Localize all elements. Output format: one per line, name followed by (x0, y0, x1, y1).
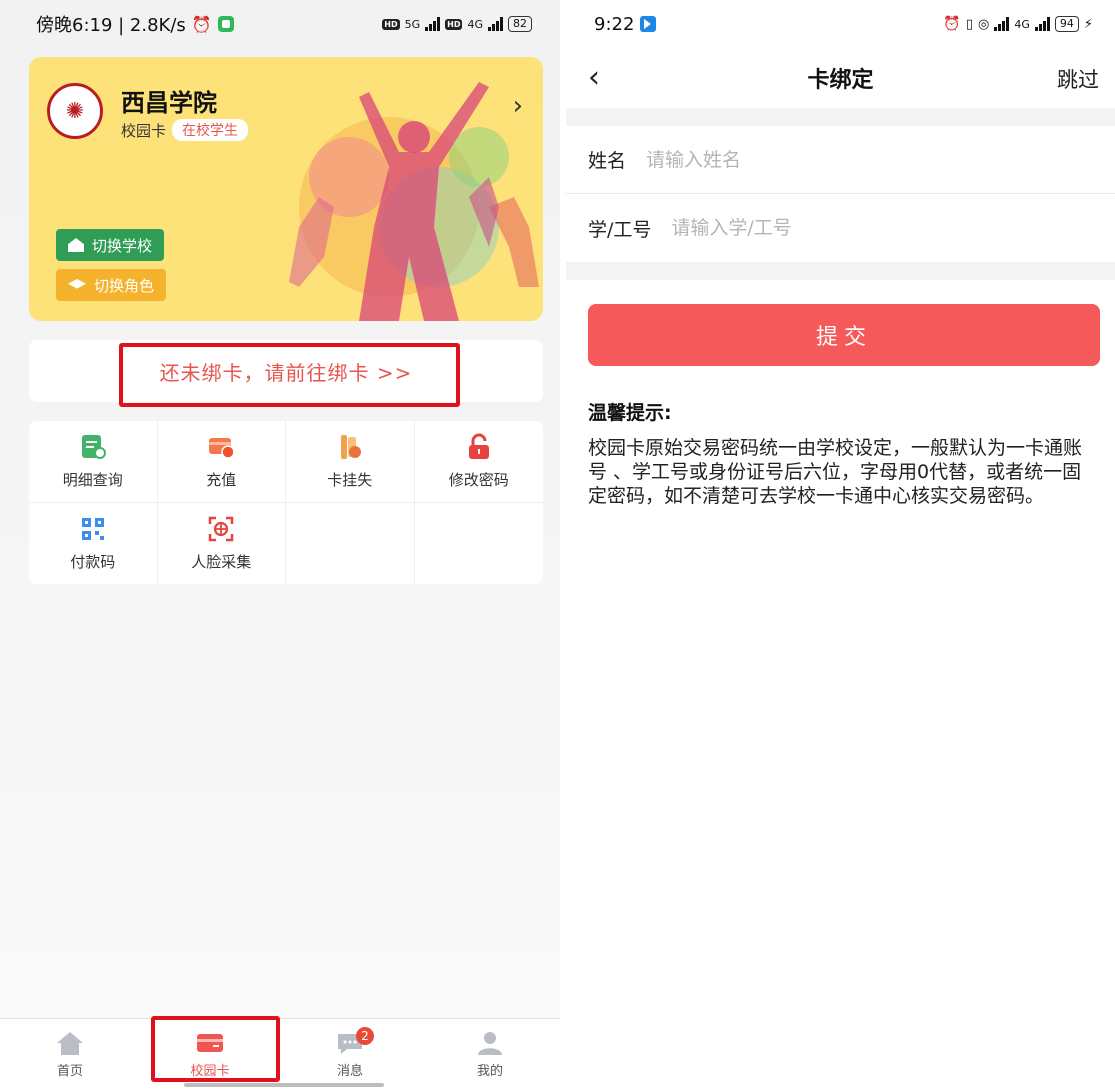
switch-role-label: 切换角色 (94, 276, 155, 295)
left-phone-screen: 傍晚6:19 | 2.8K/s ⏰ HD 5G HD 4G 82 ✺ 西昌学院 (0, 0, 560, 1090)
function-payment-code[interactable]: 付款码 (29, 503, 158, 584)
status-time: 傍晚6:19 | 2.8K/s (36, 15, 186, 36)
function-label: 充值 (206, 471, 237, 489)
function-card-loss[interactable]: 卡挂失 (286, 421, 415, 503)
nav-bar: ‹ 卡绑定 跳过 (566, 48, 1115, 108)
name-row: 姓名 (566, 126, 1115, 194)
function-label: 付款码 (70, 553, 116, 571)
face-capture-icon (209, 516, 234, 542)
charging-icon: ⚡ (1083, 16, 1093, 32)
submit-button[interactable]: 提交 (588, 304, 1100, 366)
signal-icon (1034, 17, 1050, 31)
recharge-icon (209, 438, 235, 459)
vibrate-icon: ▯ (965, 16, 973, 32)
function-label: 人脸采集 (191, 553, 252, 571)
function-face-capture[interactable]: 人脸采集 (158, 503, 286, 584)
skip-button[interactable]: 跳过 (1057, 64, 1099, 94)
card-icon (197, 1034, 223, 1052)
tab-label: 我的 (476, 1064, 503, 1079)
signal-icon (994, 17, 1010, 31)
tab-campus-card[interactable]: 校园卡 (140, 1019, 280, 1090)
campus-card-banner[interactable]: ✺ 西昌学院 校园卡 在校学生 › 切换学校 切换角色 (29, 57, 543, 321)
phone-app-icon (217, 16, 234, 32)
function-label: 明细查询 (62, 471, 123, 489)
card-loss-icon (340, 435, 361, 459)
battery-icon: 94 (1054, 16, 1079, 32)
tip-body: 校园卡原始交易密码统一由学校设定，一般默认为一卡通账号 、学工号或身份证号后六位… (588, 437, 1083, 507)
card-label: 校园卡 (121, 121, 167, 140)
alarm-icon: ⏰ (191, 14, 212, 34)
message-count-badge: 2 (356, 1027, 374, 1045)
network-label: 4G (467, 17, 483, 31)
function-recharge[interactable]: 充值 (157, 421, 286, 503)
function-detail-query[interactable]: 明细查询 (29, 421, 158, 503)
home-indicator (184, 1083, 384, 1087)
tab-label: 首页 (56, 1064, 83, 1079)
function-label: 卡挂失 (327, 471, 373, 489)
school-logo: ✺ (47, 83, 103, 139)
role-badge: 在校学生 (172, 119, 249, 141)
name-input[interactable] (646, 148, 947, 171)
network-label: 5G (404, 17, 421, 31)
hotspot-icon: ◎ (977, 16, 990, 32)
grid-empty-cell (286, 503, 415, 584)
person-icon (478, 1032, 502, 1055)
switch-role-button[interactable]: 切换角色 (56, 269, 167, 301)
page-title: 卡绑定 (807, 68, 874, 93)
right-phone-screen: 9:22 ⏰ ▯ ◎ 4G 94 ⚡ ‹ 卡绑定 跳过 姓名 学/工号 提交 温… (566, 0, 1115, 1090)
network-label: 4G (1014, 17, 1030, 31)
banner-illustration (289, 82, 539, 321)
hd-icon: HD (382, 18, 400, 30)
switch-school-button[interactable]: 切换学校 (56, 229, 165, 261)
id-row: 学/工号 (566, 194, 1115, 262)
status-bar: 9:22 ⏰ ▯ ◎ 4G 94 ⚡ (566, 0, 1115, 48)
tip-title: 温馨提示: (588, 402, 672, 424)
tab-label: 校园卡 (190, 1064, 230, 1079)
bind-card-link[interactable]: 还未绑卡，请前往绑卡 >> (160, 357, 413, 386)
grid-empty-cell (415, 503, 544, 584)
name-label: 姓名 (588, 150, 627, 172)
tab-mine[interactable]: 我的 (420, 1019, 560, 1090)
signal-icon (425, 17, 441, 31)
signal-icon (488, 17, 503, 31)
graduation-cap-icon (68, 279, 86, 289)
bind-card-notice[interactable]: 还未绑卡，请前往绑卡 >> (29, 340, 543, 402)
back-arrow-icon[interactable]: ‹ (588, 60, 600, 95)
bottom-tab-bar: 首页 校园卡 2 消息 我的 (0, 1018, 560, 1090)
tab-messages[interactable]: 2 消息 (280, 1019, 420, 1090)
battery-icon: 82 (508, 16, 532, 32)
tab-home[interactable]: 首页 (0, 1019, 140, 1090)
student-id-input[interactable] (671, 217, 972, 239)
chevron-right-icon[interactable]: › (513, 91, 523, 121)
switch-school-label: 切换学校 (92, 236, 153, 255)
hd-icon: HD (445, 18, 463, 30)
tab-label: 消息 (336, 1064, 363, 1079)
school-name: 西昌学院 (121, 89, 217, 117)
function-grid: 明细查询 充值 卡挂失 修改密码 付款码 人脸采集 (29, 421, 543, 584)
home-icon (57, 1032, 83, 1055)
alarm-icon: ⏰ (943, 16, 961, 32)
detail-query-icon (81, 435, 106, 459)
qr-code-icon (81, 518, 104, 540)
status-time: 9:22 (594, 13, 635, 35)
submit-and-tips: 提交 温馨提示: 校园卡原始交易密码统一由学校设定，一般默认为一卡通账号 、学工… (566, 280, 1115, 1090)
lock-icon (468, 433, 489, 459)
bind-card-form: 姓名 学/工号 (566, 126, 1115, 262)
function-label: 修改密码 (448, 471, 509, 489)
notification-app-icon (640, 16, 657, 32)
status-bar: 傍晚6:19 | 2.8K/s ⏰ HD 5G HD 4G 82 (0, 0, 560, 48)
card-info-row: 校园卡 在校学生 (121, 119, 249, 141)
id-label: 学/工号 (588, 218, 652, 241)
school-icon (68, 238, 84, 252)
function-change-password[interactable]: 修改密码 (414, 421, 543, 503)
